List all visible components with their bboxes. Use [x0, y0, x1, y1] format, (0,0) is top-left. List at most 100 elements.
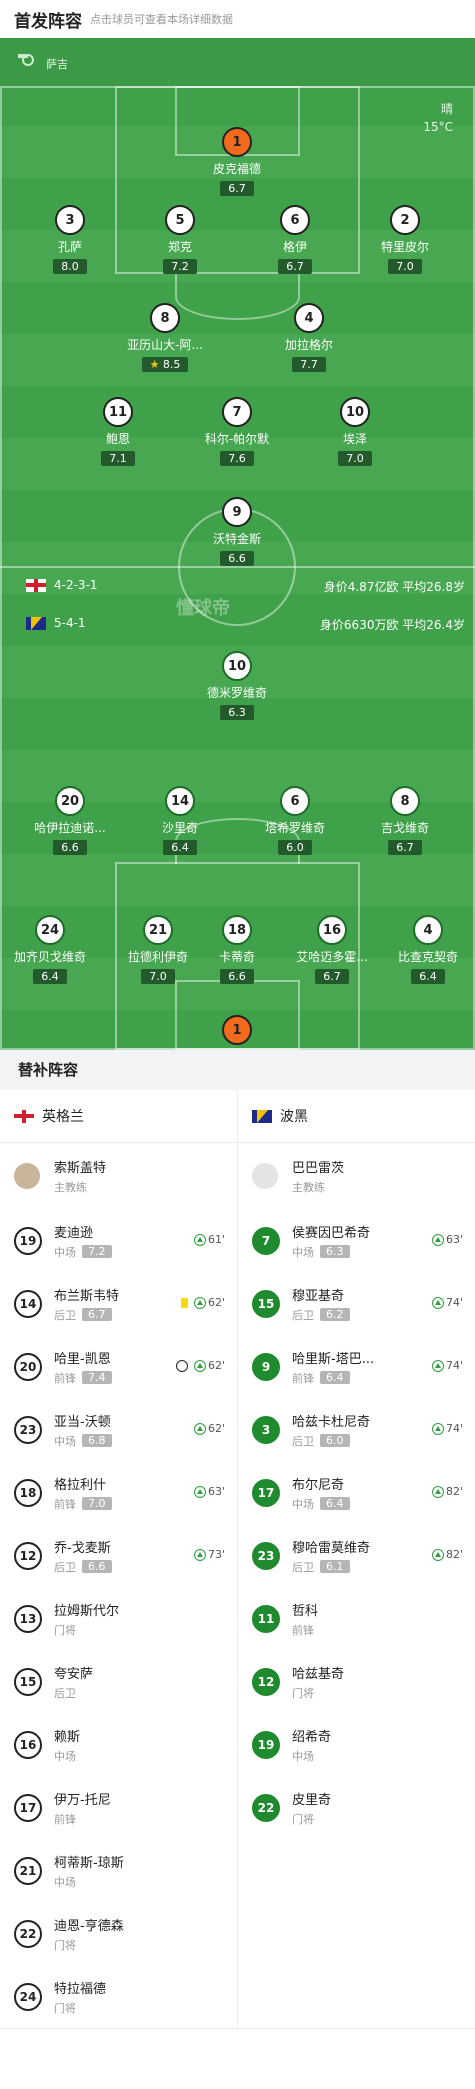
- sub-row[interactable]: 21 柯蒂斯-琼斯 中场: [0, 1839, 237, 1902]
- away-player-9[interactable]: 4 比查克契奇 6.4: [373, 915, 475, 984]
- sub-meta: 前锋 7.0: [54, 1496, 112, 1512]
- sub-meta: 门将: [292, 1811, 331, 1827]
- sub-position: 后卫: [292, 1434, 314, 1448]
- rating-value: 6.7: [228, 182, 246, 195]
- sub-row[interactable]: 12 乔-戈麦斯 后卫 6.6 73': [0, 1524, 237, 1587]
- sub-meta: 中场 7.2: [54, 1244, 112, 1260]
- player-number: 5: [165, 205, 195, 235]
- sub-row[interactable]: 20 哈里-凯恩 前锋 7.4 62': [0, 1335, 237, 1398]
- sub-row[interactable]: 23 穆哈雷莫维奇 后卫 6.1 82': [238, 1524, 475, 1587]
- sub-row[interactable]: 24 特拉福德 门将: [0, 1965, 237, 2028]
- away-player-7[interactable]: 18 卡蒂奇 6.6: [182, 915, 292, 984]
- home-player-0[interactable]: 1 皮克福德 6.7: [182, 127, 292, 196]
- sub-meta: 前锋 7.4: [54, 1370, 112, 1386]
- subs-title: 替补阵容: [0, 1050, 475, 1090]
- sub-rating: 6.3: [320, 1245, 350, 1258]
- away-player-4[interactable]: 8 吉戈维奇 6.7: [350, 786, 460, 855]
- player-number: 9: [222, 497, 252, 527]
- sub-row[interactable]: 7 侯赛因巴希奇 中场 6.3 63': [238, 1209, 475, 1272]
- away-team-name: 波黑: [280, 1109, 308, 1125]
- away-player-3[interactable]: 6 塔希罗维奇 6.0: [240, 786, 350, 855]
- away-team-row: 5-4-1 身价6630万欧 平均26.4岁: [0, 616, 475, 636]
- away-player-5[interactable]: 24 加齐贝戈维奇 6.4: [0, 915, 105, 984]
- sub-row[interactable]: 13 拉姆斯代尔 门将: [0, 1587, 237, 1650]
- home-player-2[interactable]: 5 郑克 7.2: [125, 205, 235, 274]
- away-player-2[interactable]: 14 沙里奇 6.4: [125, 786, 235, 855]
- sub-name: 伊万-托尼: [54, 1792, 111, 1808]
- player-name: 鲍恩: [105, 432, 130, 446]
- sub-row[interactable]: 9 哈里斯-塔巴... 前锋 6.4 74': [238, 1335, 475, 1398]
- home-player-1[interactable]: 3 孔萨 8.0: [15, 205, 125, 274]
- player-name: 皮克福德: [212, 162, 261, 176]
- home-player-8[interactable]: 7 科尔-帕尔默 7.6: [182, 397, 292, 466]
- home-player-6[interactable]: 4 加拉格尔 7.7: [254, 303, 364, 372]
- player-name: 孔萨: [57, 240, 82, 254]
- sub-rating: 6.6: [82, 1560, 112, 1573]
- away-player-8[interactable]: 16 艾哈迈多霍... 6.7: [277, 915, 387, 984]
- sub-name: 绍希奇: [292, 1729, 332, 1745]
- rating-value: 6.7: [286, 260, 304, 273]
- sub-row[interactable]: 19 麦迪逊 中场 7.2 61': [0, 1209, 237, 1272]
- player-number: 8: [150, 303, 180, 333]
- sub-row[interactable]: 17 伊万-托尼 前锋: [0, 1776, 237, 1839]
- player-name: 亚历山大-阿...: [127, 338, 203, 352]
- away-coach[interactable]: 巴巴雷茨 主教练: [238, 1143, 475, 1209]
- sub-row[interactable]: 15 穆亚基奇 后卫 6.2 74': [238, 1272, 475, 1335]
- sub-position: 前锋: [292, 1623, 314, 1637]
- sub-rating: 6.7: [82, 1308, 112, 1321]
- sub-meta: 后卫 6.2: [292, 1307, 350, 1323]
- player-rating: 8.0: [53, 259, 87, 274]
- sub-row[interactable]: 23 亚当-沃顿 中场 6.8 62': [0, 1398, 237, 1461]
- sub-row[interactable]: 22 迪恩-亨德森 门将: [0, 1902, 237, 1965]
- player-number: 4: [294, 303, 324, 333]
- home-player-3[interactable]: 6 格伊 6.7: [240, 205, 350, 274]
- sub-row[interactable]: 3 哈兹卡杜尼奇 后卫 6.0 74': [238, 1398, 475, 1461]
- home-coach[interactable]: 索斯盖特 主教练: [0, 1143, 237, 1209]
- home-player-9[interactable]: 10 埃泽 7.0: [300, 397, 410, 466]
- sub-row[interactable]: 12 哈兹基奇 门将: [238, 1650, 475, 1713]
- page-title: 首发阵容: [14, 11, 82, 32]
- player-name: 加拉格尔: [284, 338, 333, 352]
- sub-name: 皮里奇: [292, 1792, 332, 1808]
- sub-row[interactable]: 16 赖斯 中场: [0, 1713, 237, 1776]
- player-rating: 6.4: [33, 969, 67, 984]
- rating-value: 6.6: [61, 841, 79, 854]
- sub-row[interactable]: 22 皮里奇 门将: [238, 1776, 475, 1839]
- sub-row[interactable]: 17 布尔尼奇 中场 6.4 82': [238, 1461, 475, 1524]
- away-player-0[interactable]: 10 德米罗维奇 6.3: [182, 651, 292, 720]
- away-player-10[interactable]: 1瓦西里7.2: [182, 1015, 292, 1050]
- player-number: 11: [103, 397, 133, 427]
- sub-row[interactable]: 11 哲科 前锋: [238, 1587, 475, 1650]
- away-subs-team: 波黑: [238, 1090, 475, 1143]
- rating-value: 8.5: [162, 358, 181, 371]
- sub-position: 门将: [292, 1812, 314, 1826]
- home-player-10[interactable]: 9 沃特金斯 6.6: [182, 497, 292, 566]
- sub-position: 后卫: [54, 1308, 76, 1322]
- sub-in-icon: [193, 1359, 206, 1372]
- sub-in-time: 62': [207, 1296, 225, 1309]
- referee-name: 萨吉: [46, 58, 68, 71]
- player-rating: 7.6: [220, 451, 254, 466]
- player-rating: 6.6: [220, 969, 254, 984]
- away-subs-column: 波黑 巴巴雷茨 主教练 7 侯赛因巴希奇 中场 6.3 63' 15 穆亚基奇 后卫 6.2 74'…: [238, 1090, 475, 2028]
- sub-in-icon: [431, 1359, 444, 1372]
- sub-in-icon: [431, 1422, 444, 1435]
- player-number: 4: [413, 915, 443, 945]
- sub-meta: 中场: [292, 1748, 331, 1764]
- player-number: 1: [222, 127, 252, 157]
- sub-number: 19: [14, 1226, 42, 1255]
- player-rating: 6.7: [278, 259, 312, 274]
- away-player-1[interactable]: 20 哈伊拉迪诺... 6.6: [15, 786, 125, 855]
- sub-row[interactable]: 19 绍希奇 中场: [238, 1713, 475, 1776]
- home-player-4[interactable]: 2 特里皮尔 7.0: [350, 205, 460, 274]
- home-value: 身价4.87亿欧 平均26.8岁: [323, 580, 465, 594]
- home-player-5[interactable]: 8 亚历山大-阿... ★ 8.5: [110, 303, 220, 372]
- sub-number: 13: [14, 1604, 42, 1633]
- sub-meta: 中场 6.4: [292, 1496, 350, 1512]
- player-number: 10: [340, 397, 370, 427]
- sub-row[interactable]: 15 夸安萨 后卫: [0, 1650, 237, 1713]
- sub-row[interactable]: 18 格拉利什 前锋 7.0 63': [0, 1461, 237, 1524]
- sub-events: 82': [431, 1548, 463, 1561]
- home-player-7[interactable]: 11 鲍恩 7.1: [63, 397, 173, 466]
- sub-row[interactable]: 14 布兰斯韦特 后卫 6.7 62': [0, 1272, 237, 1335]
